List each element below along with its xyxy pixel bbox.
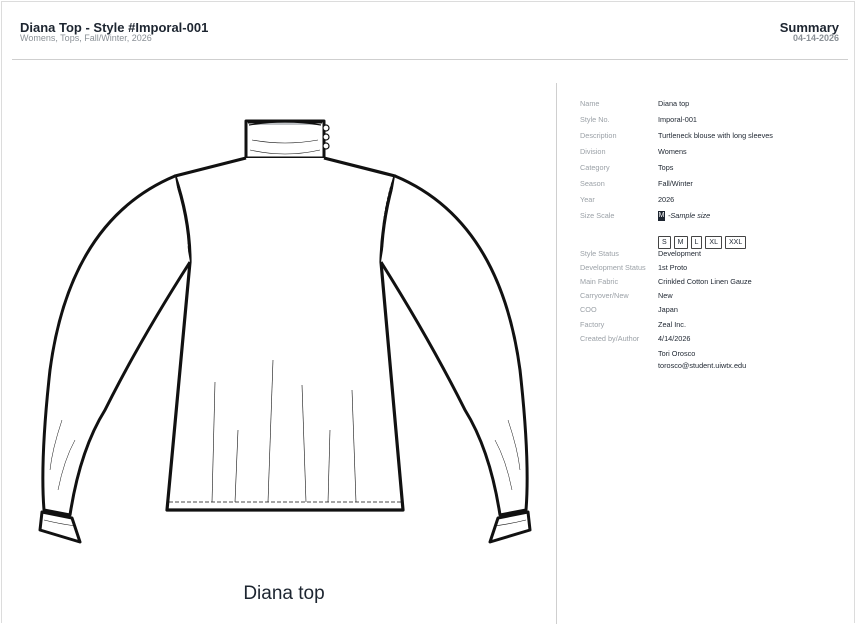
sample-size-note: -Sample size bbox=[668, 211, 711, 221]
bodice-outline bbox=[165, 156, 405, 512]
spec-value: Tops bbox=[658, 163, 674, 172]
spec-label: Style No. bbox=[580, 115, 610, 124]
spec-label: Style Status bbox=[580, 249, 619, 258]
spec-value: Japan bbox=[658, 305, 678, 314]
spec-row-factory: Factory Zeal Inc. bbox=[580, 319, 840, 331]
right-cuff bbox=[488, 510, 532, 544]
spec-value: Zeal Inc. bbox=[658, 320, 686, 329]
spec-row-size-scale: Size Scale M -Sample size bbox=[580, 210, 840, 222]
spec-label: Factory bbox=[580, 320, 605, 329]
spec-value: 2026 bbox=[658, 195, 675, 204]
spec-value: Diana top bbox=[658, 99, 690, 108]
summary-date: 04-14-2026 bbox=[792, 33, 839, 43]
collar-button bbox=[322, 142, 330, 150]
page-subtitle: Womens, Tops, Fall/Winter, 2026 bbox=[20, 33, 152, 43]
spec-row-season: Season Fall/Winter bbox=[580, 178, 840, 190]
spec-value: Imporal-001 bbox=[658, 115, 697, 124]
sample-size-badge: M bbox=[658, 211, 665, 222]
spec-value: Womens bbox=[658, 147, 687, 156]
spec-row-year: Year 2026 bbox=[580, 194, 840, 206]
spec-label: COO bbox=[580, 305, 597, 314]
spec-row-carryover: Carryover/New New bbox=[580, 290, 840, 302]
author-name: Tori Orosco bbox=[658, 349, 696, 358]
left-cuff bbox=[38, 510, 82, 544]
spec-label: Size Scale bbox=[580, 211, 615, 220]
spec-row-name: Name Diana top bbox=[580, 98, 840, 110]
spec-row-author-email: torosco@student.uiwtx.edu bbox=[580, 360, 840, 372]
garment-sketch bbox=[38, 119, 532, 544]
turtleneck-collar bbox=[244, 119, 326, 160]
spec-row-development-status: Development Status 1st Proto bbox=[580, 262, 840, 274]
spec-label: Created by/Author bbox=[580, 334, 640, 343]
spec-row-author-name: Tori Orosco bbox=[580, 348, 840, 360]
spec-value: Development bbox=[658, 249, 701, 258]
spec-value: New bbox=[658, 291, 673, 300]
spec-label: Main Fabric bbox=[580, 277, 619, 286]
spec-value: 1st Proto bbox=[658, 263, 688, 272]
spec-label: Category bbox=[580, 163, 610, 172]
spec-label: Name bbox=[580, 99, 600, 108]
spec-row-main-fabric: Main Fabric Crinkled Cotton Linen Gauze bbox=[580, 276, 840, 288]
sketch-caption: Diana top bbox=[243, 583, 325, 604]
spec-value: Turtleneck blouse with long sleeves bbox=[658, 131, 773, 140]
collar-button bbox=[322, 133, 330, 141]
header-divider bbox=[12, 59, 848, 60]
spec-label: Carryover/New bbox=[580, 291, 629, 300]
spec-row-category: Category Tops bbox=[580, 162, 840, 174]
spec-label: Season bbox=[580, 179, 605, 188]
spec-row-division: Division Womens bbox=[580, 146, 840, 158]
spec-label: Development Status bbox=[580, 263, 646, 272]
spec-row-style-status: Style Status Development bbox=[580, 248, 840, 260]
spec-label: Year bbox=[580, 195, 595, 204]
spec-value: Crinkled Cotton Linen Gauze bbox=[658, 277, 752, 286]
spec-value: 4/14/2026 bbox=[658, 334, 691, 343]
spec-value: M -Sample size bbox=[658, 210, 710, 222]
spec-value: Fall/Winter bbox=[658, 179, 693, 188]
spec-row-coo: COO Japan bbox=[580, 304, 840, 316]
size-chips: S M L XL XXL bbox=[658, 231, 749, 249]
author-email: torosco@student.uiwtx.edu bbox=[658, 361, 747, 370]
spec-label: Division bbox=[580, 147, 606, 156]
spec-row-created: Created by/Author 4/14/2026 bbox=[580, 333, 840, 345]
spec-label: Description bbox=[580, 131, 617, 140]
collar-button bbox=[322, 124, 330, 132]
column-divider bbox=[556, 83, 557, 624]
spec-row-style-no: Style No. Imporal-001 bbox=[580, 114, 840, 126]
spec-row-description: Description Turtleneck blouse with long … bbox=[580, 130, 840, 142]
